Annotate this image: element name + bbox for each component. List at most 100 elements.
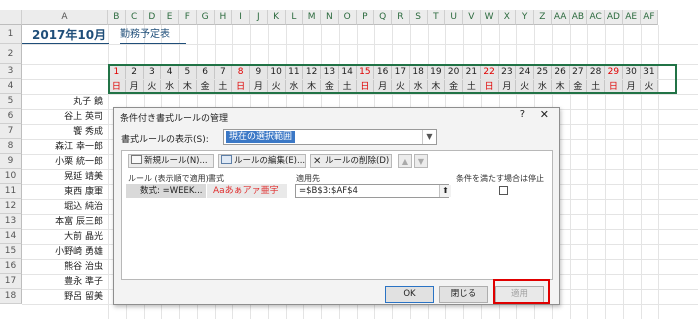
column-header[interactable]: I bbox=[232, 10, 250, 25]
day-cell[interactable]: 27 bbox=[569, 65, 588, 79]
weekday-cell[interactable]: 日 bbox=[356, 80, 375, 94]
column-header[interactable]: U bbox=[445, 10, 463, 25]
day-cell[interactable]: 21 bbox=[463, 65, 481, 79]
name-cell[interactable]: 東西 康軍 bbox=[0, 185, 106, 199]
day-cell[interactable]: 8 bbox=[232, 65, 250, 79]
column-header[interactable]: W bbox=[480, 10, 499, 25]
rule-row[interactable]: 数式: =WEEK... Aaあぁアァ亜宇 =$B$3:$AF$4 ⬆ bbox=[126, 184, 547, 198]
day-cell[interactable]: 20 bbox=[445, 65, 463, 79]
rule-name[interactable]: 数式: =WEEK... bbox=[126, 184, 206, 198]
column-header[interactable]: AE bbox=[622, 10, 641, 25]
weekday-cell[interactable]: 水 bbox=[161, 80, 179, 94]
name-cell[interactable]: 堀込 純治 bbox=[0, 200, 106, 214]
day-cell[interactable]: 11 bbox=[285, 65, 304, 79]
column-header[interactable]: A bbox=[22, 10, 108, 25]
weekday-cell[interactable]: 木 bbox=[551, 80, 570, 94]
column-header[interactable]: Y bbox=[516, 10, 534, 25]
name-cell[interactable]: 大前 晶光 bbox=[0, 230, 106, 244]
column-header[interactable]: AA bbox=[551, 10, 570, 25]
weekday-cell[interactable]: 水 bbox=[285, 80, 304, 94]
row-header[interactable]: 1 bbox=[0, 25, 22, 44]
weekday-cell[interactable]: 火 bbox=[392, 80, 410, 94]
weekday-cell[interactable]: 月 bbox=[125, 80, 144, 94]
weekday-cell[interactable]: 金 bbox=[445, 80, 463, 94]
row-header[interactable]: 4 bbox=[0, 79, 22, 94]
name-cell[interactable]: 丸子 饒 bbox=[0, 95, 106, 109]
day-cell[interactable]: 22 bbox=[480, 65, 499, 79]
day-cell[interactable]: 26 bbox=[551, 65, 570, 79]
column-header[interactable]: AF bbox=[640, 10, 659, 25]
day-cell[interactable]: 10 bbox=[267, 65, 286, 79]
sheet-title[interactable]: 2017年10月 bbox=[24, 26, 106, 44]
day-cell[interactable]: 2 bbox=[125, 65, 144, 79]
column-header[interactable]: E bbox=[161, 10, 179, 25]
name-cell[interactable]: 野呂 留美 bbox=[0, 290, 106, 304]
weekday-cell[interactable]: 火 bbox=[143, 80, 162, 94]
day-cell[interactable]: 15 bbox=[356, 65, 375, 79]
help-icon[interactable]: ? bbox=[520, 109, 525, 120]
column-header[interactable]: R bbox=[392, 10, 410, 25]
name-cell[interactable]: 谷上 英司 bbox=[0, 110, 106, 124]
row-header[interactable]: 3 bbox=[0, 64, 22, 79]
weekday-cell[interactable]: 土 bbox=[338, 80, 357, 94]
weekday-cell[interactable]: 日 bbox=[232, 80, 250, 94]
weekday-cell[interactable]: 水 bbox=[534, 80, 552, 94]
stop-if-true-checkbox[interactable] bbox=[499, 186, 508, 195]
day-cell[interactable]: 28 bbox=[587, 65, 605, 79]
column-header[interactable]: X bbox=[498, 10, 517, 25]
column-header[interactable]: N bbox=[321, 10, 339, 25]
name-cell[interactable]: 小野崎 勇雄 bbox=[0, 245, 106, 259]
column-header[interactable]: AB bbox=[569, 10, 588, 25]
column-header[interactable]: L bbox=[285, 10, 304, 25]
show-rules-select[interactable]: 現在の選択範囲 ▼ bbox=[223, 129, 437, 145]
close-icon[interactable]: ✕ bbox=[540, 108, 549, 121]
chevron-down-icon[interactable]: ▼ bbox=[422, 130, 436, 144]
name-cell[interactable]: 饗 秀成 bbox=[0, 125, 106, 139]
day-cell[interactable]: 4 bbox=[161, 65, 179, 79]
day-cell[interactable]: 30 bbox=[622, 65, 641, 79]
column-header[interactable]: B bbox=[108, 10, 126, 25]
close-button[interactable]: 閉じる bbox=[439, 286, 488, 303]
day-cell[interactable]: 7 bbox=[214, 65, 233, 79]
column-header[interactable]: O bbox=[338, 10, 357, 25]
weekday-cell[interactable]: 日 bbox=[108, 80, 126, 94]
day-cell[interactable]: 12 bbox=[303, 65, 321, 79]
weekday-cell[interactable]: 月 bbox=[250, 80, 268, 94]
column-header[interactable]: S bbox=[409, 10, 428, 25]
weekday-cell[interactable]: 木 bbox=[303, 80, 321, 94]
weekday-cell[interactable]: 木 bbox=[427, 80, 446, 94]
weekday-cell[interactable]: 日 bbox=[605, 80, 623, 94]
new-rule-button[interactable]: 新規ルール(N)... bbox=[128, 154, 214, 168]
name-cell[interactable]: 熊谷 治虫 bbox=[0, 260, 106, 274]
column-header[interactable]: P bbox=[356, 10, 375, 25]
weekday-cell[interactable]: 金 bbox=[196, 80, 215, 94]
apply-button[interactable]: 適用 bbox=[495, 286, 544, 303]
applies-to-input[interactable]: =$B$3:$AF$4 bbox=[295, 184, 449, 198]
name-cell[interactable]: 小栗 統一郎 bbox=[0, 155, 106, 169]
name-cell[interactable]: 晃延 靖美 bbox=[0, 170, 106, 184]
day-cell[interactable]: 3 bbox=[143, 65, 162, 79]
day-cell[interactable]: 9 bbox=[250, 65, 268, 79]
day-cell[interactable]: 16 bbox=[374, 65, 392, 79]
column-header[interactable]: H bbox=[214, 10, 233, 25]
weekday-cell[interactable]: 火 bbox=[640, 80, 659, 94]
weekday-cell[interactable]: 日 bbox=[480, 80, 499, 94]
weekday-cell[interactable]: 木 bbox=[179, 80, 197, 94]
column-header[interactable]: J bbox=[250, 10, 268, 25]
weekday-cell[interactable]: 土 bbox=[463, 80, 481, 94]
weekday-cell[interactable]: 金 bbox=[569, 80, 588, 94]
column-header[interactable]: G bbox=[196, 10, 215, 25]
day-cell[interactable]: 1 bbox=[108, 65, 126, 79]
weekday-cell[interactable]: 土 bbox=[587, 80, 605, 94]
day-cell[interactable]: 5 bbox=[179, 65, 197, 79]
ok-button[interactable]: OK bbox=[385, 286, 434, 303]
day-cell[interactable]: 13 bbox=[321, 65, 339, 79]
edit-rule-button[interactable]: ルールの編集(E)... bbox=[218, 154, 306, 168]
day-cell[interactable]: 17 bbox=[392, 65, 410, 79]
column-header[interactable]: C bbox=[125, 10, 144, 25]
sheet-subtitle[interactable]: 勤務予定表 bbox=[120, 28, 170, 42]
day-cell[interactable]: 25 bbox=[534, 65, 552, 79]
column-header[interactable]: K bbox=[267, 10, 286, 25]
column-header[interactable]: Q bbox=[374, 10, 392, 25]
weekday-cell[interactable]: 月 bbox=[622, 80, 641, 94]
